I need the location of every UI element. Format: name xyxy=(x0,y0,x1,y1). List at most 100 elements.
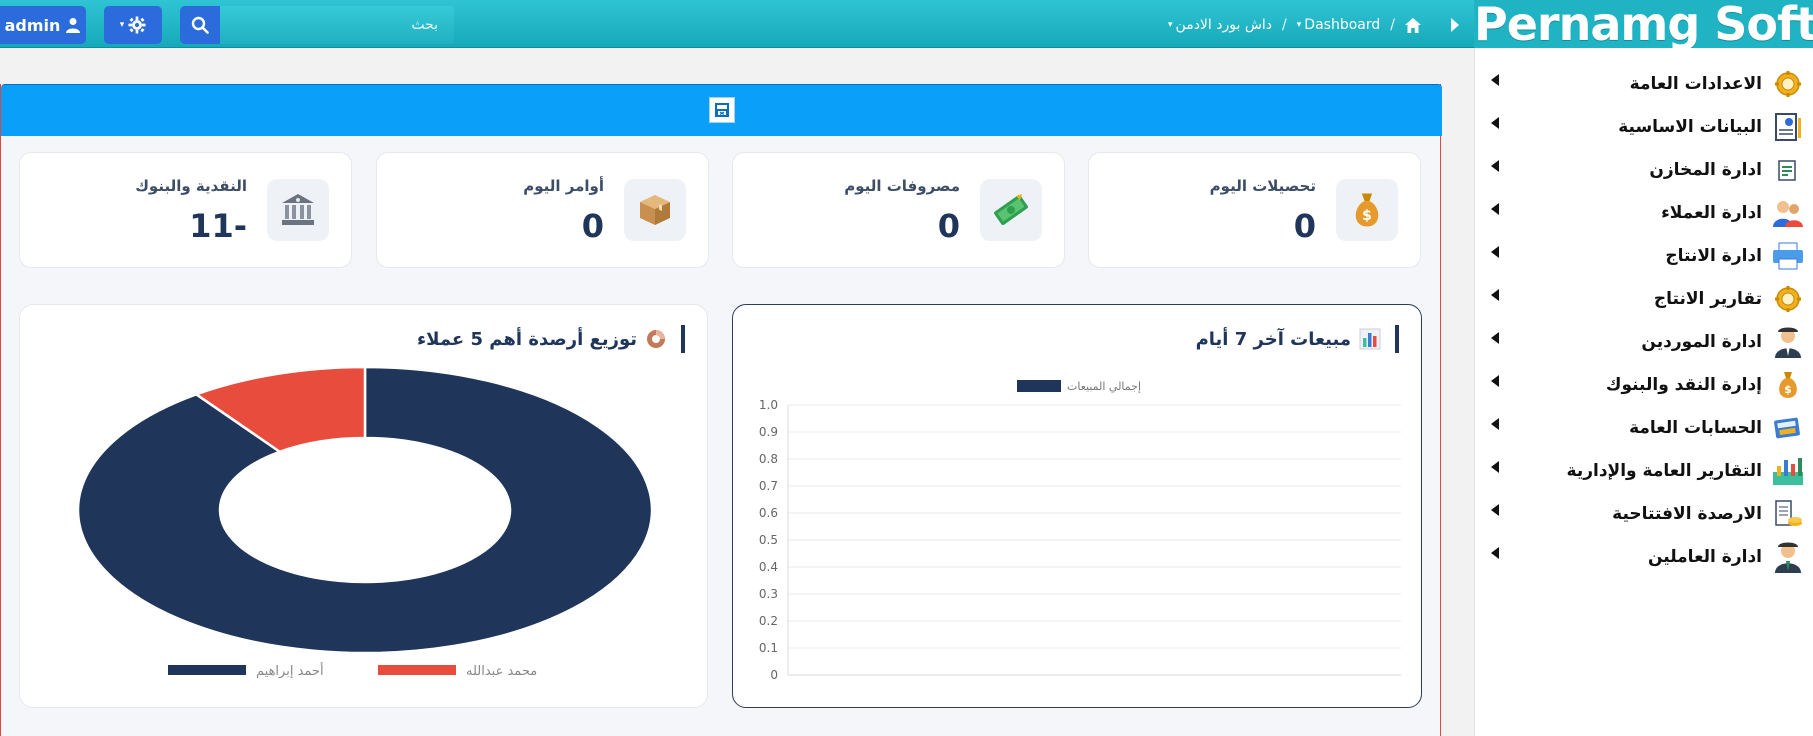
stat-label: مصروفات اليوم xyxy=(844,177,960,195)
sidebar-item-label: تقارير الانتاج xyxy=(1653,289,1762,309)
sidebar-item-basic-data[interactable]: البيانات الاساسية xyxy=(1475,107,1813,147)
caret-left-icon xyxy=(1491,461,1499,473)
customers-doughnut-chart: أحمد إبراهيم محمد عبدالله xyxy=(76,365,654,679)
cash-icon xyxy=(980,179,1042,241)
settings-dropdown-button[interactable]: ▾ xyxy=(104,6,162,44)
sidebar-item-warehouses[interactable]: ادارة المخازن xyxy=(1475,150,1813,190)
sidebar-item-opening-balances[interactable]: الارصدة الافتتاحية xyxy=(1475,494,1813,534)
sidebar-item-label: ادارة المخازن xyxy=(1649,160,1762,180)
caret-down-icon: ▾ xyxy=(1296,20,1302,30)
users-icon xyxy=(1770,197,1806,229)
admin-user-button[interactable]: admin xyxy=(0,6,86,44)
sidebar: الاعدادات العامة البيانات الاساسية ادارة… xyxy=(1474,48,1813,736)
breadcrumb-separator: / xyxy=(1282,17,1287,33)
caret-left-icon xyxy=(1491,246,1499,258)
chart-icon xyxy=(1770,455,1806,487)
panel-header xyxy=(1,84,1442,136)
stat-label: أوامر اليوم xyxy=(523,177,604,195)
search-icon xyxy=(191,16,209,34)
svg-text:$: $ xyxy=(1362,208,1372,224)
home-icon[interactable] xyxy=(1404,17,1421,33)
sidebar-item-label: التقارير العامة والإدارية xyxy=(1566,461,1762,481)
brand-logo-text[interactable]: Pernamg Soft xyxy=(1474,0,1813,50)
stat-value: 0 xyxy=(937,207,960,245)
breadcrumb-dashboard[interactable]: ▾ Dashboard xyxy=(1297,17,1381,33)
caret-left-icon xyxy=(1491,289,1499,301)
svg-text:$: $ xyxy=(1784,383,1792,396)
caret-left-icon xyxy=(1491,117,1499,129)
caret-left-icon xyxy=(1491,332,1499,344)
bank-icon xyxy=(267,179,329,241)
sidebar-item-general-settings[interactable]: الاعدادات العامة xyxy=(1475,64,1813,104)
gear-icon xyxy=(1770,68,1806,100)
caret-left-icon xyxy=(1491,504,1499,516)
gear-icon xyxy=(1770,283,1806,315)
caret-left-icon xyxy=(1491,547,1499,559)
stat-label: النقدية والبنوك xyxy=(135,177,247,195)
search-button[interactable] xyxy=(180,6,220,44)
sidebar-item-general-accounts[interactable]: الحسابات العامة xyxy=(1475,408,1813,448)
sidebar-item-label: الارصدة الافتتاحية xyxy=(1612,504,1762,524)
breadcrumb-dashboard-label: Dashboard xyxy=(1304,17,1381,33)
legend: إجمالي المبيعات xyxy=(1017,380,1141,393)
breadcrumb-admin-dashboard-label: داش بورد الادمن xyxy=(1175,17,1273,33)
y-tick-label: 0.9 xyxy=(759,425,778,439)
y-tick-label: 0.2 xyxy=(759,614,778,628)
sidebar-item-label: الاعدادات العامة xyxy=(1629,74,1762,94)
y-tick-label: 0.5 xyxy=(759,533,778,547)
breadcrumb: ▾ داش بورد الادمن / ▾ Dashboard / xyxy=(1168,14,1465,36)
caret-left-icon xyxy=(1491,74,1499,86)
top-customers-balance-card: توزيع أرصدة أهم 5 عملاء أحمد إبراهيم محمد… xyxy=(19,304,708,708)
box-icon xyxy=(624,179,686,241)
sidebar-item-customers[interactable]: ادارة العملاء xyxy=(1475,193,1813,233)
breadcrumb-admin-dashboard[interactable]: ▾ داش بورد الادمن xyxy=(1168,17,1272,33)
sidebar-item-production-reports[interactable]: تقارير الانتاج xyxy=(1475,279,1813,319)
sidebar-item-general-reports[interactable]: التقارير العامة والإدارية xyxy=(1475,451,1813,491)
legend-swatch xyxy=(1017,380,1061,392)
y-tick-label: 1.0 xyxy=(759,398,778,412)
report-icon xyxy=(1770,111,1806,143)
sidebar-item-cash-banks[interactable]: $ إدارة النقد والبنوك xyxy=(1475,365,1813,405)
admin-label: admin xyxy=(4,15,61,35)
y-tick-label: 0.7 xyxy=(759,479,778,493)
printer-icon xyxy=(1770,240,1806,272)
stat-card-today-collections: $ تحصيلات اليوم 0 xyxy=(1088,152,1421,268)
caret-left-icon xyxy=(1491,160,1499,172)
caret-down-icon: ▾ xyxy=(1168,20,1173,30)
gear-icon xyxy=(128,16,146,34)
sidebar-item-production[interactable]: ادارة الانتاج xyxy=(1475,236,1813,276)
search-input[interactable] xyxy=(220,6,454,44)
clipboard-icon xyxy=(1770,154,1806,186)
caret-left-icon xyxy=(1491,203,1499,215)
calculator-icon xyxy=(1770,412,1806,444)
sidebar-item-label: الحسابات العامة xyxy=(1629,418,1762,438)
legend-label: إجمالي المبيعات xyxy=(1067,380,1141,393)
sidebar-item-employees[interactable]: ادارة العاملين xyxy=(1475,537,1813,577)
worker-icon xyxy=(1770,541,1806,573)
sidebar-item-label: ادارة الموردين xyxy=(1641,332,1762,352)
legend-label: محمد عبدالله xyxy=(466,664,537,679)
legend-swatch xyxy=(168,665,246,675)
caret-left-icon xyxy=(1491,418,1499,430)
stat-card-today-expenses: مصروفات اليوم 0 xyxy=(732,152,1065,268)
y-tick-label: 0.4 xyxy=(759,560,778,574)
ledger-icon xyxy=(1770,498,1806,530)
sidebar-item-suppliers[interactable]: ادارة الموردين xyxy=(1475,322,1813,362)
sidebar-item-label: ادارة العاملين xyxy=(1647,547,1762,567)
sidebar-item-label: ادارة العملاء xyxy=(1661,203,1762,223)
caret-left-icon xyxy=(1491,375,1499,387)
stat-card-cash-banks: النقدية والبنوك -11 xyxy=(19,152,352,268)
y-tick-label: 0.6 xyxy=(759,506,778,520)
y-tick-label: 0.1 xyxy=(759,641,778,655)
breadcrumb-separator: / xyxy=(1390,17,1395,33)
sidebar-toggle-icon[interactable] xyxy=(1445,18,1465,32)
sales-line-chart: 0 0.1 0.2 0.3 0.4 0.5 0.6 0.7 0.8 0.9 1.0 إجمالي ال… xyxy=(759,380,1401,682)
sidebar-item-label: إدارة النقد والبنوك xyxy=(1605,375,1762,395)
stat-value: -11 xyxy=(189,207,247,245)
y-tick-label: 0.8 xyxy=(759,452,778,466)
sales-last-7-days-card: مبيعات آخر 7 أيام 0 0.1 0.2 0.3 0.4 0.5 0.6 0.7… xyxy=(732,304,1422,708)
supplier-icon xyxy=(1770,326,1806,358)
legend-label: أحمد إبراهيم xyxy=(256,662,324,679)
export-excel-button[interactable] xyxy=(709,97,735,123)
y-tick-label: 0 xyxy=(770,668,778,682)
